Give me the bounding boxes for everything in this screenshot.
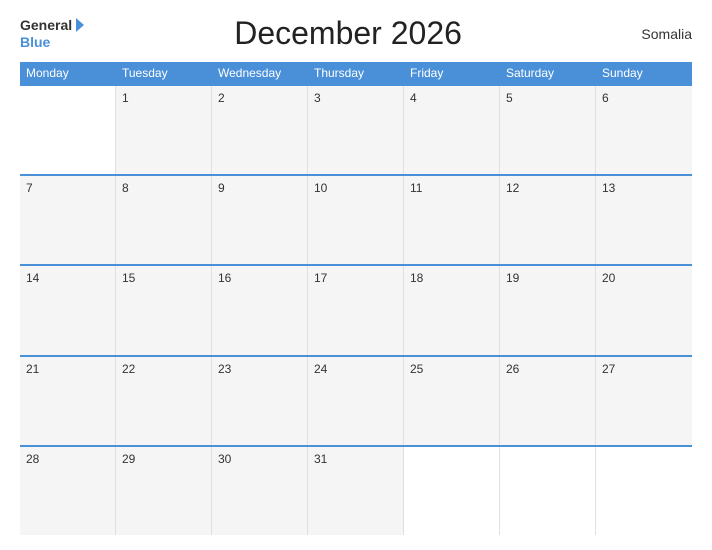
day-number: 21	[26, 362, 109, 376]
calendar-cell: 19	[500, 266, 596, 354]
day-number: 19	[506, 271, 589, 285]
logo-triangle-icon	[76, 18, 84, 32]
country-label: Somalia	[612, 26, 692, 42]
calendar-cell: 1	[116, 86, 212, 174]
day-number: 31	[314, 452, 397, 466]
calendar-day-header: Sunday	[596, 62, 692, 84]
calendar-body: 1234567891011121314151617181920212223242…	[20, 84, 692, 535]
calendar-week: 28 29 30 31	[20, 445, 692, 535]
calendar-cell: 27	[596, 357, 692, 445]
day-number: 2	[218, 91, 301, 105]
day-number: 11	[410, 181, 493, 195]
calendar-cell	[596, 447, 692, 535]
calendar-week: 21 22 23 24 25 26 27	[20, 355, 692, 445]
day-number: 24	[314, 362, 397, 376]
day-number: 15	[122, 271, 205, 285]
day-number: 13	[602, 181, 686, 195]
calendar-cell: 10	[308, 176, 404, 264]
logo-blue-text: Blue	[20, 34, 84, 51]
day-number: 3	[314, 91, 397, 105]
day-number: 16	[218, 271, 301, 285]
day-number: 5	[506, 91, 589, 105]
calendar-cell: 29	[116, 447, 212, 535]
calendar-cell: 11	[404, 176, 500, 264]
calendar-cell: 20	[596, 266, 692, 354]
calendar-cell: 12	[500, 176, 596, 264]
calendar-day-header: Tuesday	[116, 62, 212, 84]
calendar-cell: 30	[212, 447, 308, 535]
calendar-cell: 4	[404, 86, 500, 174]
calendar-cell: 26	[500, 357, 596, 445]
calendar-cell: 23	[212, 357, 308, 445]
calendar-cell: 18	[404, 266, 500, 354]
calendar-cell: 21	[20, 357, 116, 445]
calendar-cell: 9	[212, 176, 308, 264]
calendar-week: 14 15 16 17 18 19 20	[20, 264, 692, 354]
day-number: 14	[26, 271, 109, 285]
day-number: 20	[602, 271, 686, 285]
day-number: 30	[218, 452, 301, 466]
logo: General Blue	[20, 17, 84, 51]
calendar-cell: 7	[20, 176, 116, 264]
day-number: 18	[410, 271, 493, 285]
day-number: 6	[602, 91, 686, 105]
day-number: 22	[122, 362, 205, 376]
logo-general-text: General	[20, 17, 72, 34]
day-number: 29	[122, 452, 205, 466]
calendar-grid: MondayTuesdayWednesdayThursdayFridaySatu…	[20, 62, 692, 535]
calendar-cell: 3	[308, 86, 404, 174]
calendar-cell: 2	[212, 86, 308, 174]
calendar-week: 789 10 11 12 13	[20, 174, 692, 264]
day-number: 26	[506, 362, 589, 376]
page-title: December 2026	[84, 15, 612, 52]
calendar-cell: 14	[20, 266, 116, 354]
calendar-day-header: Monday	[20, 62, 116, 84]
calendar-cell: 13	[596, 176, 692, 264]
day-number: 4	[410, 91, 493, 105]
day-number: 12	[506, 181, 589, 195]
calendar-day-header: Wednesday	[212, 62, 308, 84]
calendar-cell: 22	[116, 357, 212, 445]
calendar-week: 123456	[20, 84, 692, 174]
day-number: 7	[26, 181, 109, 195]
day-number: 23	[218, 362, 301, 376]
calendar-cell: 6	[596, 86, 692, 174]
calendar-cell	[404, 447, 500, 535]
day-number: 9	[218, 181, 301, 195]
calendar-cell: 15	[116, 266, 212, 354]
day-number: 25	[410, 362, 493, 376]
calendar-cell: 17	[308, 266, 404, 354]
calendar-cell	[20, 86, 116, 174]
calendar-cell: 25	[404, 357, 500, 445]
calendar-cell: 28	[20, 447, 116, 535]
calendar-cell: 24	[308, 357, 404, 445]
calendar-page: General Blue December 2026 Somalia Monda…	[0, 0, 712, 550]
day-number: 1	[122, 91, 205, 105]
calendar-cell: 16	[212, 266, 308, 354]
calendar-header: MondayTuesdayWednesdayThursdayFridaySatu…	[20, 62, 692, 84]
day-number: 10	[314, 181, 397, 195]
day-number: 28	[26, 452, 109, 466]
page-header: General Blue December 2026 Somalia	[20, 15, 692, 52]
day-number: 8	[122, 181, 205, 195]
calendar-cell: 5	[500, 86, 596, 174]
day-number: 17	[314, 271, 397, 285]
calendar-day-header: Friday	[404, 62, 500, 84]
calendar-cell	[500, 447, 596, 535]
calendar-cell: 8	[116, 176, 212, 264]
calendar-day-header: Thursday	[308, 62, 404, 84]
calendar-cell: 31	[308, 447, 404, 535]
day-number: 27	[602, 362, 686, 376]
calendar-day-header: Saturday	[500, 62, 596, 84]
